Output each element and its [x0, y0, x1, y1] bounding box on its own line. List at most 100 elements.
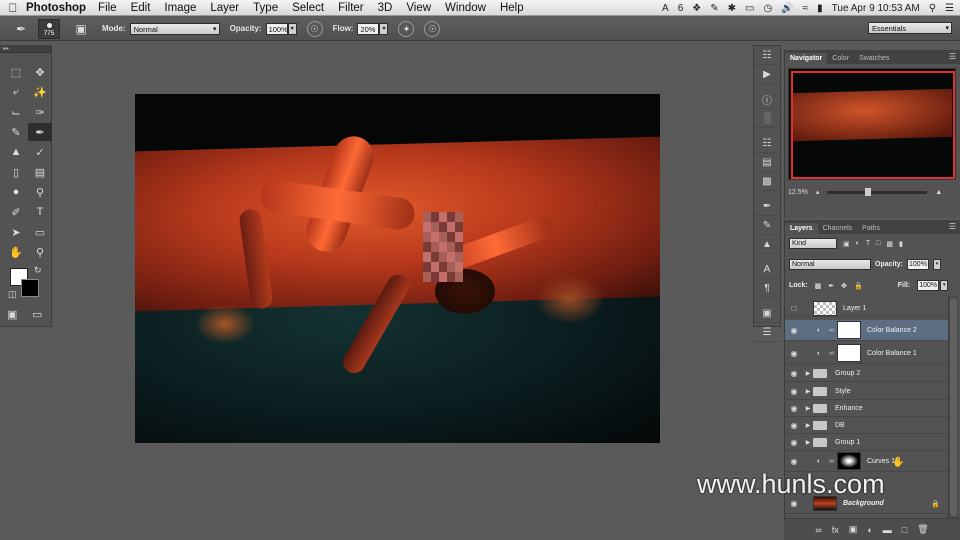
time-machine-icon[interactable]: ◷: [763, 3, 772, 14]
healing-brush-tool-icon[interactable]: ✎: [4, 123, 28, 141]
blend-mode-select[interactable]: Normal: [789, 259, 871, 270]
layers-scrollbar[interactable]: [948, 296, 958, 518]
paragraph-panel-icon[interactable]: ¶: [754, 279, 780, 298]
pen-tool-icon[interactable]: ✐: [4, 203, 28, 221]
bluetooth-icon[interactable]: ✱: [728, 3, 736, 14]
menu-view[interactable]: View: [406, 2, 431, 14]
adobe-icon[interactable]: A: [662, 3, 669, 14]
fill-input[interactable]: 100%: [917, 280, 940, 291]
eye-icon[interactable]: ◉: [785, 387, 803, 396]
brush-tool-preset-icon[interactable]: ✒: [10, 20, 32, 38]
rectangle-tool-icon[interactable]: ▭: [28, 223, 52, 241]
notes-panel-icon[interactable]: ☰: [754, 323, 780, 342]
delete-layer-icon[interactable]: 🗑: [917, 524, 928, 535]
filter-smart-icon[interactable]: ▩: [886, 240, 893, 248]
menu-select[interactable]: Select: [292, 2, 324, 14]
gradient-tool-icon[interactable]: ▤: [28, 163, 52, 181]
dodge-tool-icon[interactable]: ⚲: [28, 183, 52, 201]
layer-comps-panel-icon[interactable]: ▣: [754, 304, 780, 323]
layer-row-group-1[interactable]: ◉ ▶ Group 1: [785, 434, 948, 451]
battery-icon[interactable]: ▮: [817, 3, 823, 14]
lock-position-icon[interactable]: ✥: [841, 282, 847, 290]
new-group-icon[interactable]: ▬: [883, 525, 892, 535]
zoom-in-icon[interactable]: ▲: [935, 189, 942, 196]
link-layers-icon[interactable]: ∞: [815, 525, 821, 535]
workspace-select[interactable]: Essentials: [868, 22, 952, 34]
menu-edit[interactable]: Edit: [131, 2, 151, 14]
eyedropper-tool-icon[interactable]: ✑: [28, 103, 52, 121]
brush-tool-icon[interactable]: ✒: [28, 123, 52, 141]
default-colors-icon[interactable]: ◫: [8, 289, 17, 300]
histogram-panel-icon[interactable]: ░: [754, 109, 780, 128]
tab-color[interactable]: Color: [827, 53, 854, 64]
navigator-thumbnail[interactable]: [788, 68, 956, 180]
pressure-opacity-icon[interactable]: ☉: [306, 20, 323, 37]
brush-presets-panel-icon[interactable]: ✎: [754, 216, 780, 235]
tab-paths[interactable]: Paths: [857, 223, 885, 234]
airplay-icon[interactable]: ▭: [745, 3, 754, 14]
zoom-out-icon[interactable]: ▴: [816, 188, 820, 196]
document-canvas[interactable]: [135, 94, 660, 443]
eye-icon[interactable]: ◉: [785, 326, 803, 335]
zoom-slider[interactable]: [827, 187, 928, 196]
eye-icon[interactable]: ◉: [785, 369, 803, 378]
expand-arrow-icon[interactable]: ▶: [803, 388, 813, 395]
opacity-dropdown[interactable]: ▾: [287, 22, 297, 35]
path-selection-tool-icon[interactable]: ➤: [4, 223, 28, 241]
layer-mask-thumbnail[interactable]: [837, 452, 861, 470]
quick-mask-icon[interactable]: ▣: [7, 308, 17, 321]
brush-panel-icon[interactable]: ▣: [70, 20, 92, 38]
clone-stamp-tool-icon[interactable]: ▲: [4, 143, 28, 161]
screen-mode-icon[interactable]: ▭: [32, 308, 42, 321]
menu-file[interactable]: File: [98, 2, 117, 14]
properties-panel-icon[interactable]: ▤: [754, 153, 780, 172]
eye-icon[interactable]: ◉: [785, 499, 803, 508]
mode-select[interactable]: Normal: [129, 22, 220, 35]
menu-window[interactable]: Window: [445, 2, 486, 14]
layer-row-db[interactable]: ◉ ▶ DB: [785, 417, 948, 434]
layer-opacity-input[interactable]: 100%: [907, 259, 930, 270]
expand-arrow-icon[interactable]: ▶: [803, 439, 813, 446]
menu-help[interactable]: Help: [500, 2, 524, 14]
flow-input[interactable]: 20%: [357, 22, 380, 35]
swap-colors-icon[interactable]: ↻: [34, 265, 42, 276]
brush-panel-icon[interactable]: ✒: [754, 197, 780, 216]
filter-shape-icon[interactable]: □: [876, 240, 880, 247]
menu-layer[interactable]: Layer: [210, 2, 239, 14]
layer-mask-thumbnail[interactable]: [837, 321, 861, 339]
apple-icon[interactable]: : [0, 1, 26, 15]
spotlight-icon[interactable]: ⚲: [929, 3, 936, 14]
marquee-tool-icon[interactable]: ⬚: [4, 63, 28, 81]
tab-swatches[interactable]: Swatches: [854, 53, 894, 64]
app-menu[interactable]: Photoshop: [26, 2, 86, 14]
pressure-size-icon[interactable]: ☉: [424, 20, 441, 37]
opacity-input[interactable]: 100%: [265, 22, 288, 35]
eye-icon[interactable]: ◉: [785, 457, 803, 466]
styles-panel-icon[interactable]: ▩: [754, 172, 780, 191]
layer-mask-thumbnail[interactable]: [837, 344, 861, 362]
evernote-icon[interactable]: ✎: [710, 3, 718, 14]
wifi-icon[interactable]: ≈: [803, 3, 809, 14]
fill-dropdown[interactable]: ▾: [940, 280, 949, 291]
layer-row-group-2[interactable]: ◉ ▶ Group 2: [785, 365, 948, 382]
panel-menu-icon[interactable]: ☰: [949, 52, 956, 61]
actions-panel-icon[interactable]: ▶: [754, 65, 780, 84]
tab-layers[interactable]: Layers: [785, 223, 818, 234]
volume-icon[interactable]: 🔊: [781, 3, 793, 14]
crop-tool-icon[interactable]: ⌙: [4, 103, 28, 121]
brush-preset-picker[interactable]: 775: [38, 18, 60, 39]
lock-image-icon[interactable]: ✒: [828, 282, 834, 290]
history-brush-tool-icon[interactable]: ✓: [28, 143, 52, 161]
layer-row-color-balance-1[interactable]: ◉ ◐ ∞ Color Balance 1: [785, 343, 948, 364]
menu-3d[interactable]: 3D: [378, 2, 393, 14]
clock[interactable]: Tue Apr 9 10:53 AM: [832, 3, 920, 14]
expand-arrow-icon[interactable]: ▶: [803, 405, 813, 412]
panel-menu-icon[interactable]: ☰: [949, 222, 956, 231]
new-layer-icon[interactable]: □: [902, 525, 907, 535]
menu-type[interactable]: Type: [253, 2, 278, 14]
blur-tool-icon[interactable]: ●: [4, 183, 28, 201]
layer-style-icon[interactable]: fx: [832, 525, 839, 535]
filter-kind-select[interactable]: Kind: [789, 238, 837, 249]
layer-row-enhance[interactable]: ◉ ▶ Enhance: [785, 400, 948, 417]
visibility-off-icon[interactable]: □: [785, 304, 803, 313]
